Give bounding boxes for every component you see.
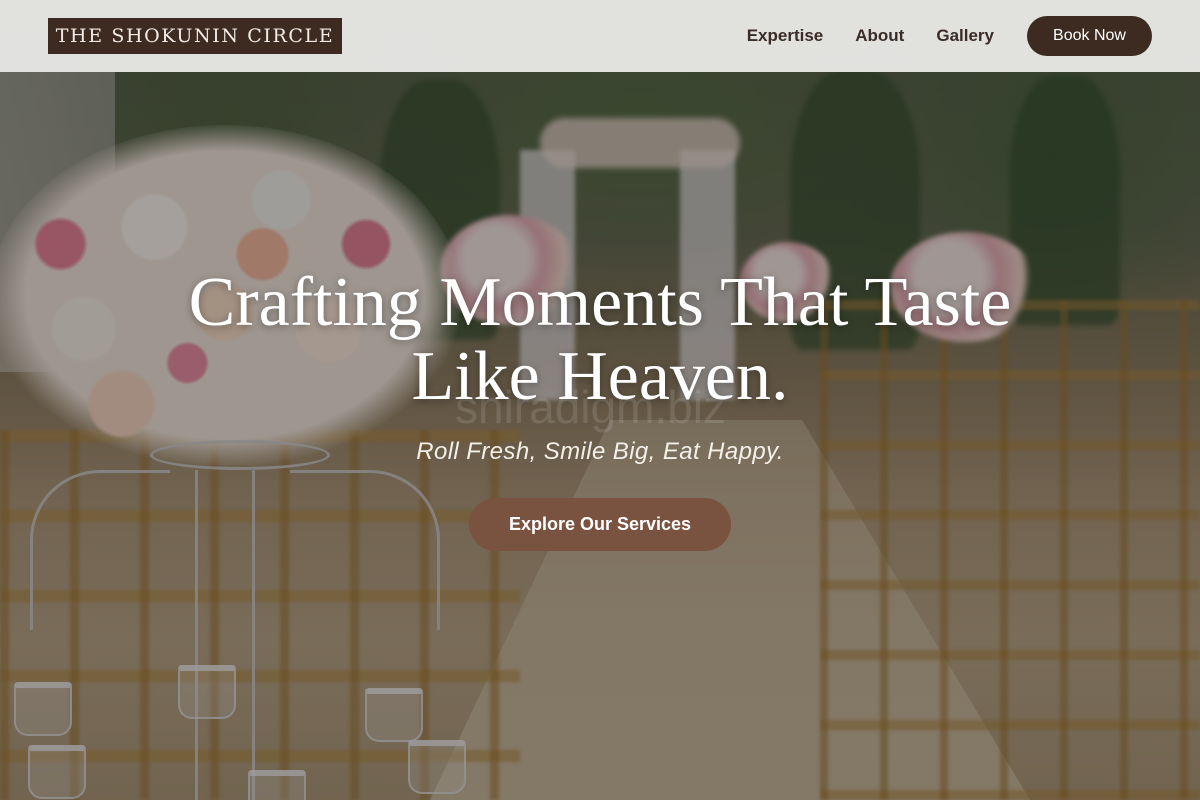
main-nav: Expertise About Gallery Book Now — [747, 16, 1152, 56]
site-logo[interactable]: THE SHOKUNIN CIRCLE — [48, 18, 342, 54]
site-header: THE SHOKUNIN CIRCLE Expertise About Gall… — [0, 0, 1200, 72]
nav-link-gallery[interactable]: Gallery — [936, 26, 994, 46]
hero-tagline: Roll Fresh, Smile Big, Eat Happy. — [416, 438, 784, 465]
book-now-button[interactable]: Book Now — [1027, 16, 1152, 56]
nav-link-about[interactable]: About — [855, 26, 904, 46]
nav-link-expertise[interactable]: Expertise — [747, 26, 824, 46]
hero-content: Crafting Moments That Taste Like Heaven.… — [0, 266, 1200, 551]
hero-headline: Crafting Moments That Taste Like Heaven. — [0, 266, 1200, 414]
hero-headline-line2: Like Heaven. — [411, 338, 789, 415]
hero-headline-line1: Crafting Moments That Taste — [188, 264, 1012, 341]
explore-services-button[interactable]: Explore Our Services — [469, 498, 731, 551]
